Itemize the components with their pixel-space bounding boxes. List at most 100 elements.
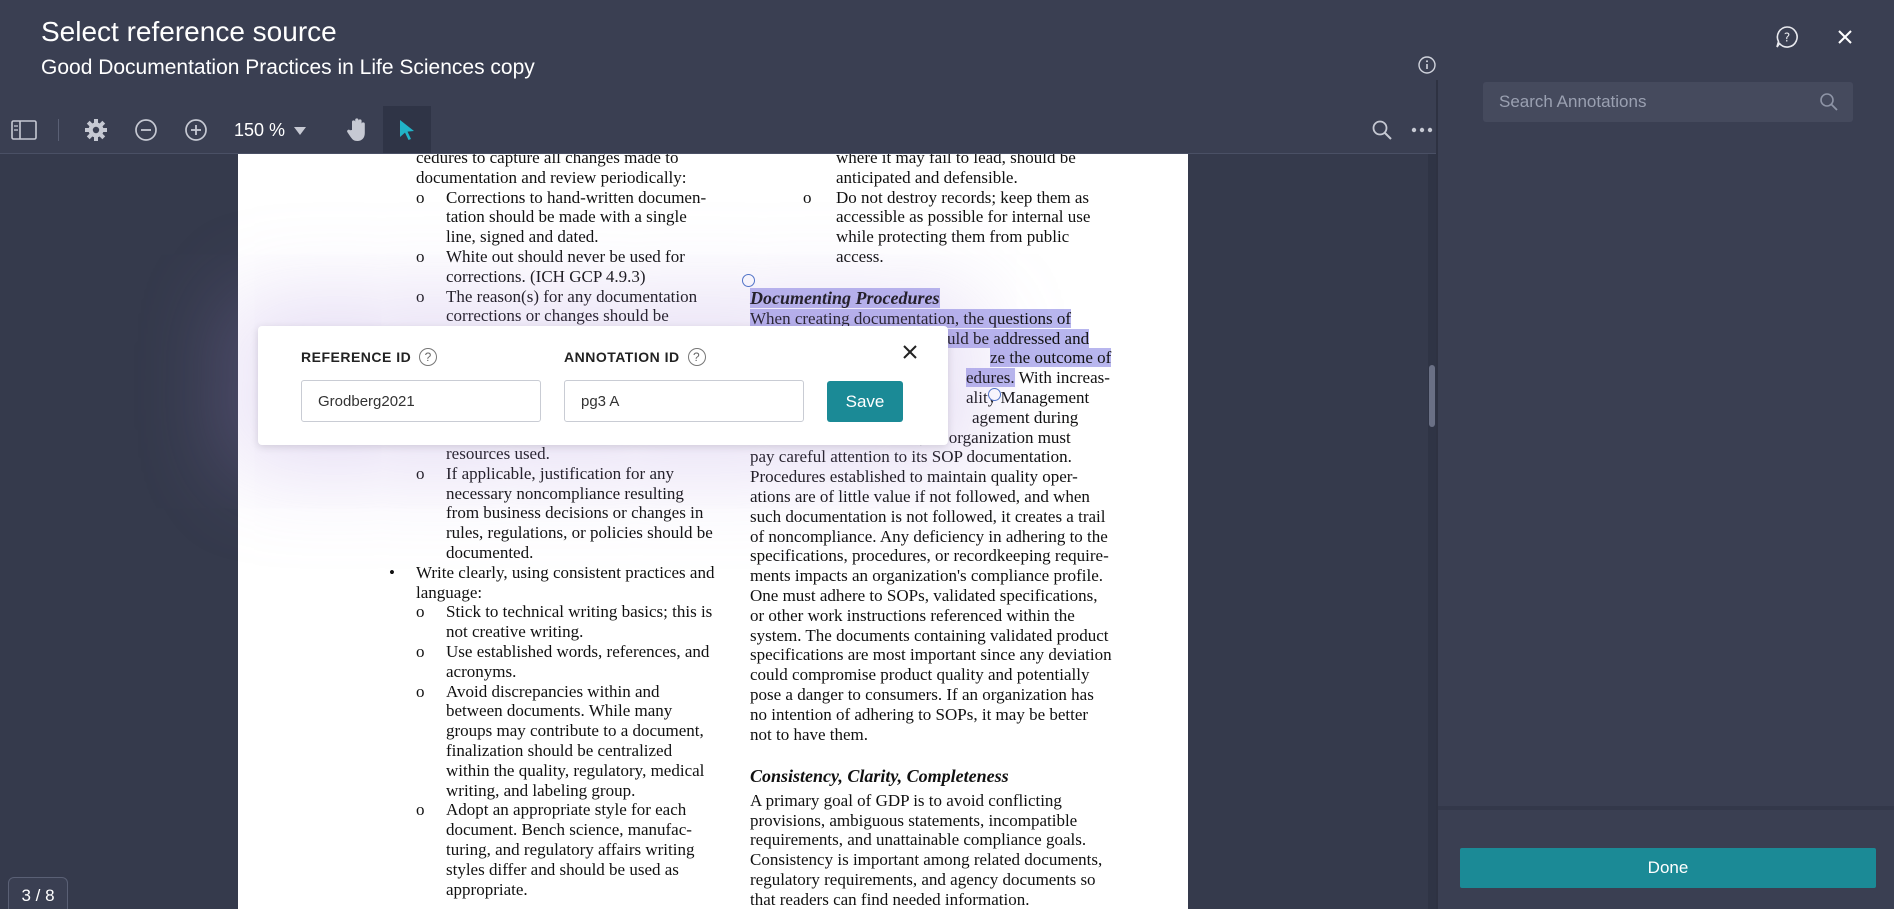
text-line: within the quality, regulatory, medical: [446, 760, 705, 780]
reference-id-label: REFERENCE ID ?: [301, 348, 438, 366]
text-line: document. Bench science, manufac-: [446, 820, 692, 840]
text-line: finalization should be centralized: [446, 740, 673, 760]
search-annotations[interactable]: [1483, 82, 1853, 122]
annotation-id-label: ANNOTATION ID ?: [564, 348, 706, 366]
text-line: that readers can find needed information…: [750, 889, 1030, 909]
text-line: not to have them.: [750, 724, 869, 744]
header: Select reference source Good Documentati…: [0, 0, 1894, 80]
annotation-id-input[interactable]: [564, 380, 804, 422]
selection-start-handle[interactable]: [742, 274, 755, 287]
text-line: ations are of little value if not follow…: [750, 486, 1090, 506]
svg-text:?: ?: [1784, 31, 1790, 45]
save-button[interactable]: Save: [827, 381, 903, 422]
text-line: anticipated and defensible.: [836, 167, 1018, 187]
text-line: necessary noncompliance resulting: [446, 483, 684, 503]
page-indicator: 3 / 8: [8, 877, 68, 909]
text-line: language:: [416, 582, 483, 602]
section-heading: Documenting Procedures: [750, 288, 940, 308]
scrollbar-thumb[interactable]: [1429, 365, 1435, 427]
text-line: Avoid discrepancies within and: [446, 681, 660, 701]
text-line: accessible as possible for internal use: [836, 207, 1091, 227]
text-line: between documents. While many: [446, 701, 673, 721]
close-icon[interactable]: [898, 340, 922, 364]
text-line: If applicable, justification for any: [446, 463, 674, 483]
annotations-sidebar: [1436, 80, 1894, 909]
text-line: not creative writing.: [446, 622, 584, 642]
zoom-level: 150 %: [234, 119, 286, 140]
search-icon[interactable]: [1819, 92, 1839, 112]
gear-icon[interactable]: [72, 106, 120, 154]
hand-icon[interactable]: [334, 106, 382, 154]
text-line: such documentation is not followed, it c…: [750, 506, 1106, 526]
text-line: ments impacts an organization's complian…: [750, 566, 1104, 586]
text-line: pose a danger to consumers. If an organi…: [750, 684, 1094, 704]
zoom-in-icon[interactable]: [172, 106, 220, 154]
reference-id-label-text: REFERENCE ID: [301, 349, 412, 365]
text-line: corrections or changes should be: [446, 306, 669, 326]
toolbar-divider: [58, 119, 59, 141]
text-line: specifications are most important since …: [750, 645, 1112, 665]
text-line: where it may fail to lead, should be: [836, 154, 1076, 167]
highlighted-text-line: edures.: [966, 368, 1015, 388]
highlighted-text-line: ze the outcome of: [990, 348, 1112, 368]
text-line: system. The documents containing validat…: [750, 625, 1109, 645]
text-line: corrections. (ICH GCP 4.9.3): [446, 266, 646, 286]
text-line: groups may contribute to a document,: [446, 721, 704, 741]
help-icon[interactable]: ?: [687, 348, 706, 366]
viewer-scrollbar[interactable]: [1428, 154, 1436, 909]
pointer-icon[interactable]: [383, 106, 431, 154]
left-column: cedures to capture all changes made to d…: [416, 154, 706, 326]
search-input[interactable]: [1499, 82, 1809, 122]
chevron-down-icon: [293, 120, 307, 141]
text-line: Consistency is important among related d…: [750, 850, 1103, 870]
text-line: provisions, ambiguous statements, incomp…: [750, 810, 1078, 830]
text-line: access.: [836, 246, 884, 266]
text-line: writing, and labeling group.: [446, 780, 636, 800]
text-line: tation should be made with a single: [446, 207, 687, 227]
text-line: documentation and review periodically:: [416, 167, 687, 187]
highlighted-text-line: When creating documentation, the questio…: [750, 308, 1072, 328]
text-line: or other work instructions referenced wi…: [750, 605, 1075, 625]
text-line: Stick to technical writing basics; this …: [446, 602, 713, 622]
text-line: Do not destroy records; keep them as: [836, 187, 1090, 207]
text-line: pay careful attention to its SOP documen…: [750, 447, 1072, 467]
document-title: Good Documentation Practices in Life Sci…: [41, 56, 535, 79]
text-line: resources used.: [446, 444, 550, 463]
close-icon[interactable]: [1832, 24, 1858, 50]
reference-id-input[interactable]: [301, 380, 541, 422]
text-line: styles differ and should be used as: [446, 859, 679, 879]
text-line: The reason(s) for any documentation: [446, 286, 698, 306]
text-line: cedures to capture all changes made to: [416, 154, 679, 167]
document-page[interactable]: cedures to capture all changes made to d…: [238, 154, 1188, 909]
page-title: Select reference source: [41, 16, 337, 47]
right-column-section-2: Consistency, Clarity, Completeness A pri…: [750, 766, 1103, 909]
zoom-select[interactable]: 150 %: [234, 106, 307, 154]
sidebar-divider: [1438, 806, 1894, 810]
done-button[interactable]: Done: [1460, 848, 1876, 888]
annotation-id-label-text: ANNOTATION ID: [564, 349, 680, 365]
sidebar-toggle-icon[interactable]: [0, 106, 48, 154]
document-viewer[interactable]: cedures to capture all changes made to d…: [0, 154, 1436, 909]
reference-popup: REFERENCE ID ? ANNOTATION ID ? Save: [258, 326, 948, 445]
info-icon[interactable]: [1417, 55, 1437, 75]
text-line: A primary goal of GDP is to avoid confli…: [750, 790, 1062, 810]
viewer-toolbar: 150 %: [0, 106, 1436, 154]
help-icon[interactable]: ?: [1774, 24, 1800, 50]
text-line: rules, regulations, or policies should b…: [446, 523, 713, 543]
text-line: acronyms.: [446, 661, 517, 681]
right-column-top: where it may fail to lead, should be ant…: [803, 154, 1091, 267]
text-line: requirements, and unattainable complianc…: [750, 830, 1087, 850]
highlighted-text-line: uld be addressed and: [947, 328, 1090, 348]
help-icon[interactable]: ?: [419, 348, 438, 366]
left-column-lower: resources used. o If applicable, justific…: [389, 444, 715, 899]
selection-end-handle[interactable]: [988, 388, 1001, 401]
text-line: documented.: [446, 542, 534, 562]
text-line: Use established words, references, and: [446, 641, 710, 661]
text-line: from business decisions or changes in: [446, 503, 704, 523]
zoom-out-icon[interactable]: [122, 106, 170, 154]
text-line: Procedures established to maintain quali…: [750, 467, 1078, 487]
section-heading: Consistency, Clarity, Completeness: [750, 766, 1009, 786]
text-line: of noncompliance. Any deficiency in adhe…: [750, 526, 1108, 546]
text-line: specifications, procedures, or recordkee…: [750, 546, 1109, 566]
text-line: One must adhere to SOPs, validated speci…: [750, 585, 1098, 605]
